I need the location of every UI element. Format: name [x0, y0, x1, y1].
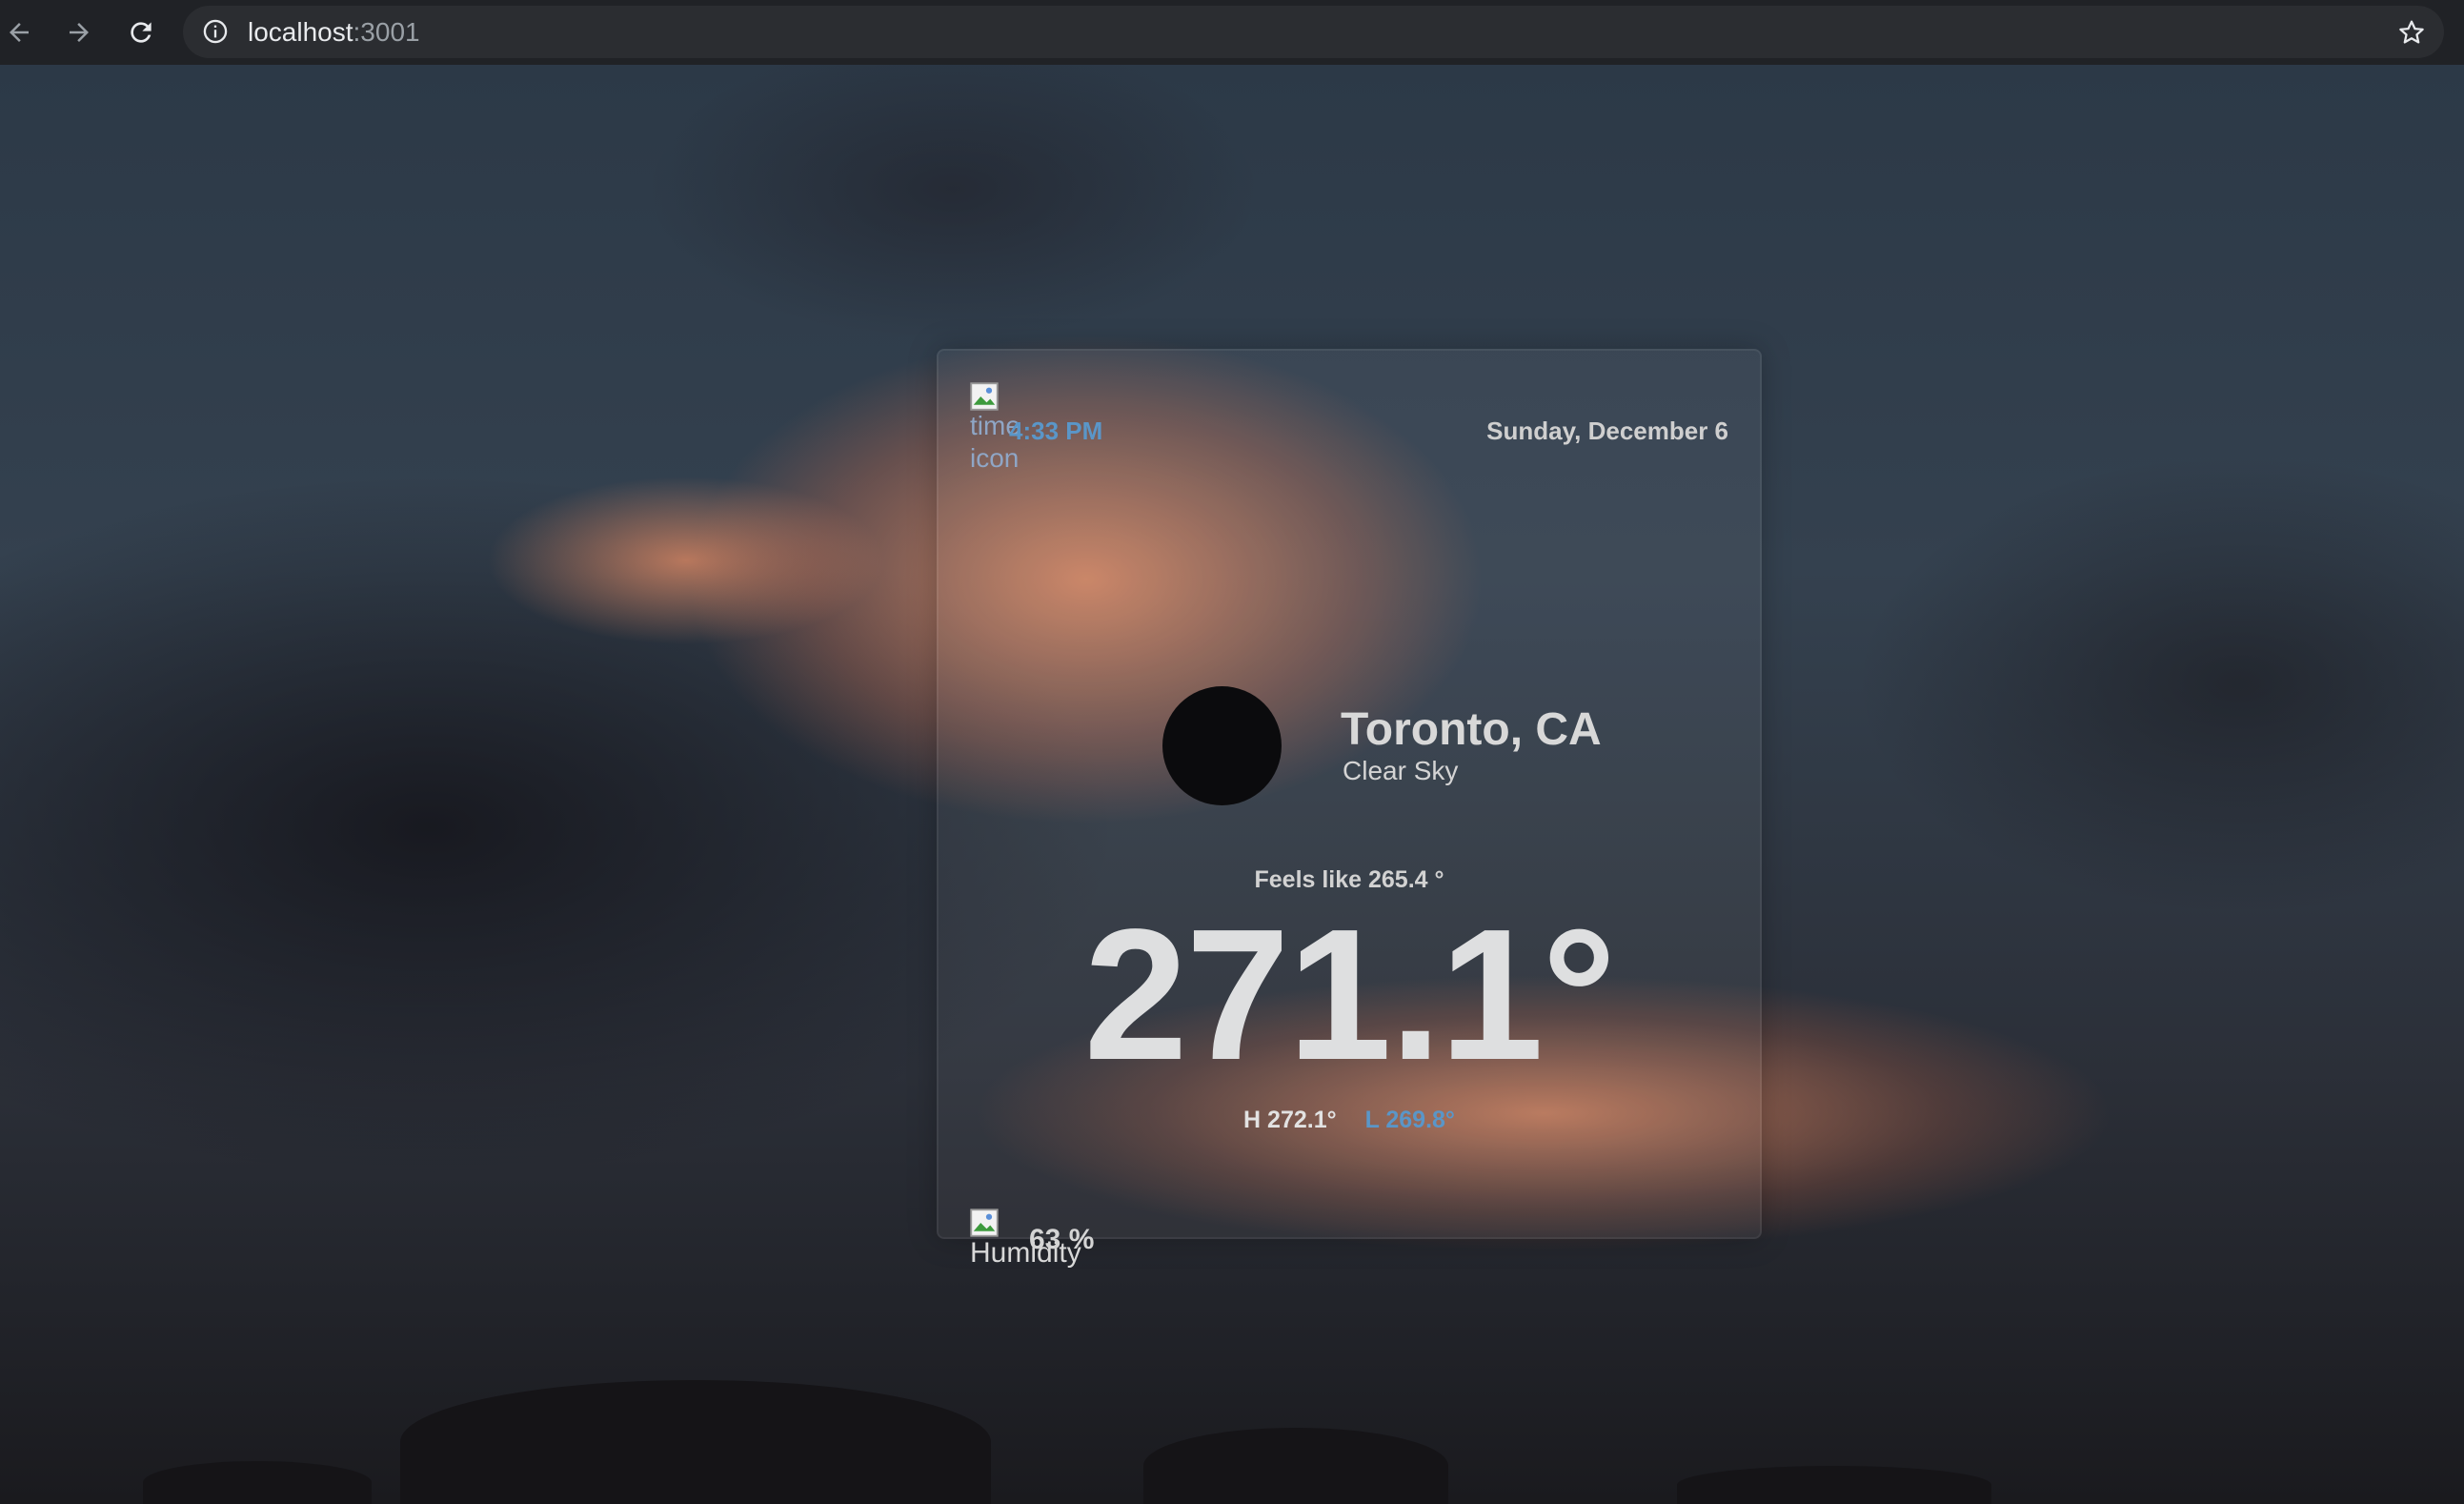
arrow-left-icon — [10, 23, 29, 42]
city-name: Toronto, CA — [1341, 704, 1602, 755]
high-low-row: H 272.1° L 269.8° — [939, 1107, 1760, 1134]
humidity-value: 63 % — [1029, 1224, 1095, 1255]
page-viewport: time icon 4:33 PM Sunday, December 6 Tor… — [0, 65, 2464, 1504]
low-temperature: L 269.8° — [1364, 1107, 1455, 1133]
clear-sky-icon — [1162, 686, 1282, 805]
url-host: localhost — [248, 17, 353, 47]
star-icon[interactable] — [2396, 17, 2427, 48]
reload-button[interactable] — [122, 13, 160, 51]
address-bar[interactable]: localhost:3001 — [183, 6, 2444, 58]
reload-icon — [131, 22, 151, 43]
weather-condition: Clear Sky — [1343, 756, 1459, 785]
high-temperature: H 272.1° — [1243, 1107, 1337, 1133]
forward-button[interactable] — [60, 13, 98, 51]
url-port: :3001 — [353, 17, 420, 47]
arrow-right-icon — [70, 23, 89, 42]
weather-card: time icon 4:33 PM Sunday, December 6 Tor… — [937, 349, 1762, 1269]
current-time: 4:33 PM — [1009, 417, 1103, 445]
back-button[interactable] — [0, 13, 38, 51]
broken-image-icon — [970, 382, 999, 411]
browser-toolbar: localhost:3001 — [0, 0, 2464, 65]
info-icon[interactable] — [202, 18, 229, 45]
mountain-silhouette — [1143, 1428, 1448, 1504]
url-text[interactable]: localhost:3001 — [248, 18, 420, 47]
mountain-silhouette — [143, 1461, 372, 1504]
current-temperature: 271.1° — [1083, 890, 1617, 1099]
broken-image-icon — [970, 1209, 999, 1237]
mountain-silhouette — [400, 1380, 991, 1504]
mountain-silhouette — [1677, 1466, 1991, 1504]
current-date: Sunday, December 6 — [1486, 417, 1728, 445]
